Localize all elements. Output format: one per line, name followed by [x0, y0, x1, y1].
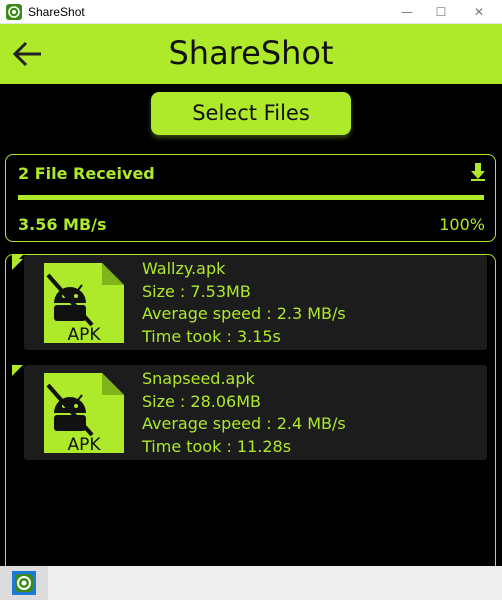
select-files-button[interactable]: Select Files: [151, 92, 351, 135]
window-titlebar: ShareShot — ☐ ✕: [0, 0, 502, 24]
apk-label: APK: [67, 435, 101, 455]
file-time: Time took : 11.28s: [142, 436, 292, 456]
file-size: Size : 28.06MB: [142, 391, 261, 411]
file-avg-speed: Average speed : 2.3 MB/s: [142, 304, 346, 323]
download-arrow-icon: [471, 163, 485, 181]
page-title: ShareShot: [168, 34, 334, 72]
apk-file-icon: APK: [44, 263, 124, 345]
app-logo-icon: [6, 4, 22, 20]
item-corner-marker: [12, 365, 23, 376]
app-logo-icon: [12, 571, 36, 595]
file-avg-speed: Average speed : 2.4 MB/s: [142, 414, 346, 433]
transfer-status-card: 2 File Received 3.56 MB/s 100%: [5, 154, 496, 242]
file-list-item[interactable]: APK Snapseed.apk Size : 28.06MB Average …: [12, 365, 487, 460]
taskbar-app-button[interactable]: [0, 566, 48, 600]
transfer-progress-bar: [18, 195, 484, 200]
file-name: Wallzy.apk: [142, 259, 226, 278]
window-title: ShareShot: [28, 5, 85, 19]
file-details: Wallzy.apk Size : 7.53MB Average speed :…: [142, 258, 346, 348]
file-list-item[interactable]: APK Wallzy.apk Size : 7.53MB Average spe…: [12, 255, 487, 350]
close-button[interactable]: ✕: [456, 0, 502, 24]
apk-label: APK: [67, 325, 101, 345]
transfer-speed: 3.56 MB/s: [18, 215, 107, 234]
file-time: Time took : 3.15s: [142, 326, 281, 346]
file-details: Snapseed.apk Size : 28.06MB Average spee…: [142, 368, 346, 458]
taskbar: [0, 566, 502, 600]
app-header: ShareShot: [0, 24, 502, 84]
transfer-percent: 100%: [439, 215, 485, 234]
transfer-progress-fill: [18, 195, 484, 200]
transfer-status-text: 2 File Received: [18, 164, 155, 183]
file-name: Snapseed.apk: [142, 369, 255, 388]
received-files-panel: APK Wallzy.apk Size : 7.53MB Average spe…: [5, 254, 496, 584]
file-size: Size : 7.53MB: [142, 281, 251, 301]
apk-file-icon: APK: [44, 373, 124, 455]
item-corner-marker: [12, 255, 23, 266]
